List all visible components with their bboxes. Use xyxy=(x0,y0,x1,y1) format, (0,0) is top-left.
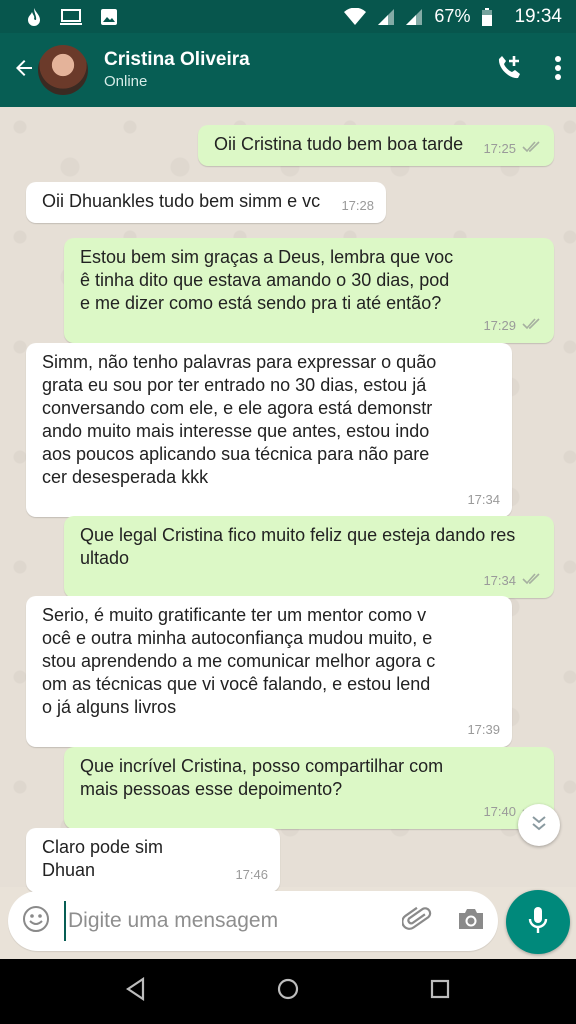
message-list[interactable]: Oii Cristina tudo bem boa tarde 17:25 Oi… xyxy=(0,107,576,892)
system-nav-bar xyxy=(0,959,576,1024)
message-bubble[interactable]: Simm, não tenho palavras para expressar … xyxy=(26,343,512,517)
triangle-back-icon xyxy=(125,976,147,1006)
contact-info[interactable]: Cristina Oliveira Online xyxy=(104,48,250,92)
message-bubble[interactable]: Oii Cristina tudo bem boa tarde 17:25 xyxy=(198,125,554,166)
message-time: 17:34 xyxy=(483,573,516,588)
message-text: Claro pode sim Dhuan xyxy=(42,837,164,880)
message-text: Que legal Cristina fico muito feliz que … xyxy=(80,525,516,568)
signal-icon xyxy=(378,8,395,25)
battery-percent: 67% xyxy=(434,6,471,26)
contact-status: Online xyxy=(104,73,148,90)
message-text: Oii Cristina tudo bem boa tarde xyxy=(214,134,464,154)
add-call-icon[interactable] xyxy=(494,53,524,88)
nav-home-button[interactable] xyxy=(258,967,318,1017)
camera-icon xyxy=(457,907,485,936)
double-chevron-down-icon xyxy=(530,814,548,837)
message-composer xyxy=(8,891,498,951)
message-time: 17:46 xyxy=(235,867,268,882)
message-time: 17:28 xyxy=(341,198,374,213)
read-ticks-icon xyxy=(522,137,542,160)
image-icon xyxy=(100,8,118,26)
more-vert-icon[interactable] xyxy=(554,55,562,86)
nav-recents-button[interactable] xyxy=(410,967,470,1017)
battery-icon xyxy=(482,7,493,26)
avatar[interactable] xyxy=(38,45,88,95)
wifi-icon xyxy=(344,7,367,26)
read-ticks-icon xyxy=(522,314,542,337)
message-text: Que incrível Cristina, posso compartilha… xyxy=(80,756,444,799)
attach-icon xyxy=(401,904,432,939)
message-input[interactable] xyxy=(64,901,390,941)
message-bubble[interactable]: Que legal Cristina fico muito feliz que … xyxy=(64,516,554,598)
status-bar: 67% 19:34 xyxy=(0,0,576,33)
chat-header: Cristina Oliveira Online xyxy=(0,33,576,107)
mic-icon xyxy=(527,905,549,940)
attach-button[interactable] xyxy=(390,904,444,939)
nav-back-button[interactable] xyxy=(106,967,166,1017)
message-time: 17:39 xyxy=(467,722,500,737)
read-ticks-icon xyxy=(522,569,542,592)
message-time: 17:34 xyxy=(467,492,500,507)
message-time: 17:25 xyxy=(483,141,516,156)
mic-button[interactable] xyxy=(506,890,570,954)
message-bubble[interactable]: Estou bem sim graças a Deus, lembra que … xyxy=(64,238,554,343)
message-text: Oii Dhuankles tudo bem simm e vc xyxy=(42,191,321,211)
message-bubble[interactable]: Oii Dhuankles tudo bem simm e vc 17:28 xyxy=(26,182,386,223)
camera-button[interactable] xyxy=(444,907,498,936)
message-bubble[interactable]: Que incrível Cristina, posso compartilha… xyxy=(64,747,554,829)
contact-name: Cristina Oliveira xyxy=(104,49,250,70)
monitor-icon xyxy=(60,8,82,26)
scroll-to-bottom-button[interactable] xyxy=(518,804,560,846)
square-recents-icon xyxy=(429,978,451,1005)
message-time: 17:29 xyxy=(483,318,516,333)
message-time: 17:40 xyxy=(483,804,516,819)
back-arrow-icon xyxy=(12,56,36,85)
emoji-icon xyxy=(22,905,50,938)
circle-home-icon xyxy=(276,977,300,1006)
flame-icon xyxy=(26,7,42,27)
message-text: Estou bem sim graças a Deus, lembra que … xyxy=(80,247,454,313)
message-bubble[interactable]: Serio, é muito gratificante ter um mento… xyxy=(26,596,512,747)
message-text: Simm, não tenho palavras para expressar … xyxy=(42,352,437,487)
clock: 19:34 xyxy=(514,5,562,27)
message-text: Serio, é muito gratificante ter um mento… xyxy=(42,605,436,717)
message-bubble[interactable]: Claro pode sim Dhuan 17:46 xyxy=(26,828,280,892)
emoji-button[interactable] xyxy=(8,905,64,938)
signal-icon xyxy=(406,8,423,25)
